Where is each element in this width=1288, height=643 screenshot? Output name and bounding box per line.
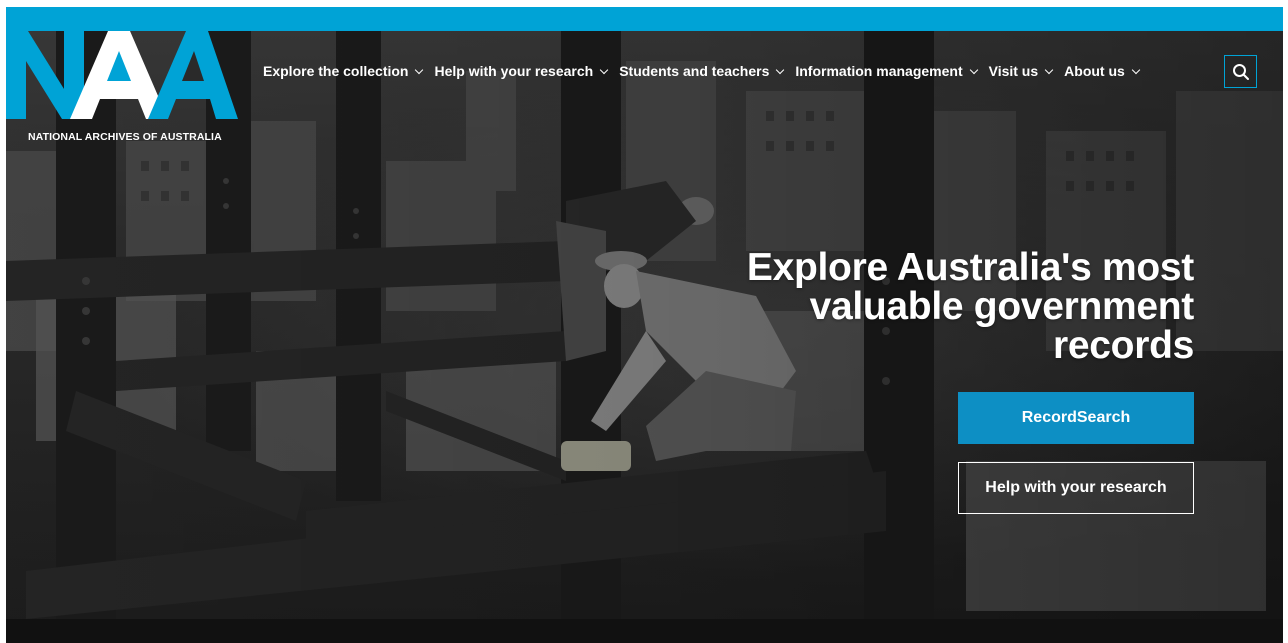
logo-caption: NATIONAL ARCHIVES OF AUSTRALIA bbox=[28, 131, 222, 143]
nav-explore-collection[interactable]: Explore the collection bbox=[263, 63, 424, 79]
nav-label: Visit us bbox=[988, 63, 1039, 79]
search-icon bbox=[1232, 63, 1249, 80]
search-button[interactable] bbox=[1224, 55, 1257, 88]
chevron-down-icon bbox=[415, 65, 424, 74]
chevron-down-icon bbox=[599, 65, 609, 74]
page: NATIONAL ARCHIVES OF AUSTRALIA Explore t… bbox=[6, 7, 1283, 643]
chevron-down-icon bbox=[1131, 65, 1141, 74]
chevron-down-icon bbox=[1044, 65, 1054, 74]
chevron-down-icon bbox=[776, 65, 785, 74]
nav-label: Students and teachers bbox=[619, 63, 770, 79]
nav-label: About us bbox=[1064, 63, 1125, 79]
nav-label: Explore the collection bbox=[263, 63, 409, 79]
nav-label: Information management bbox=[795, 63, 963, 79]
naa-logo-mark bbox=[6, 31, 238, 119]
nav-students-teachers[interactable]: Students and teachers bbox=[619, 63, 785, 79]
nav-visit-us[interactable]: Visit us bbox=[988, 63, 1054, 79]
chevron-down-icon bbox=[969, 65, 978, 74]
nav-about-us[interactable]: About us bbox=[1064, 63, 1141, 79]
top-accent-bar bbox=[6, 7, 1283, 31]
hero-headline: Explore Australia's most valuable govern… bbox=[746, 246, 1194, 367]
bottom-bar bbox=[6, 619, 1283, 643]
nav-information-management[interactable]: Information management bbox=[795, 63, 978, 79]
naa-logo[interactable]: NATIONAL ARCHIVES OF AUSTRALIA bbox=[6, 31, 246, 151]
nav-label: Help with your research bbox=[434, 63, 594, 79]
recordsearch-button[interactable]: RecordSearch bbox=[958, 392, 1194, 444]
nav-help-research[interactable]: Help with your research bbox=[434, 63, 609, 79]
help-research-button[interactable]: Help with your research bbox=[958, 462, 1194, 514]
main-nav: Explore the collection Help with your re… bbox=[263, 61, 1151, 81]
